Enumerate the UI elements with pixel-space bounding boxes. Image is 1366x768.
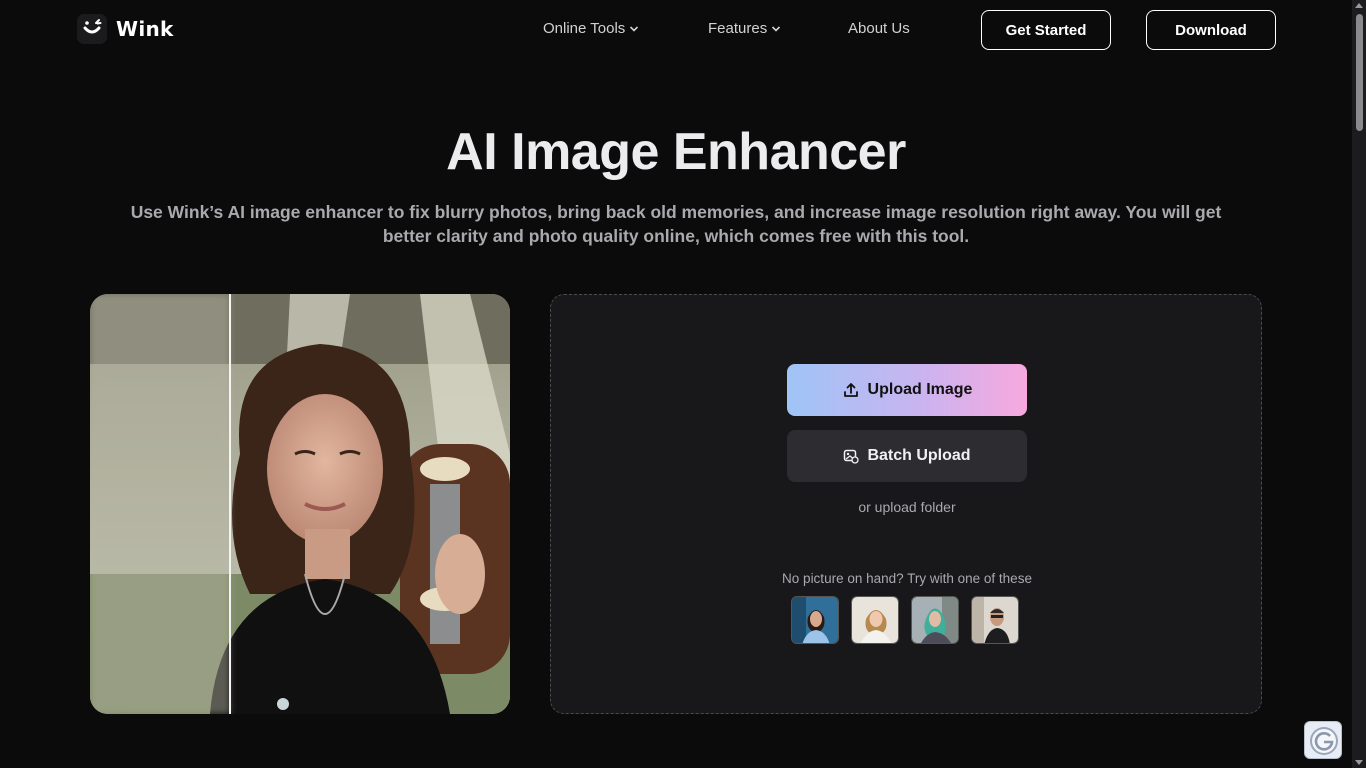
upload-image-label: Upload Image bbox=[867, 381, 973, 398]
portrait-illustration bbox=[90, 294, 510, 714]
upload-image-button[interactable]: Upload Image bbox=[787, 364, 1027, 416]
scroll-thumb[interactable] bbox=[1356, 14, 1363, 131]
nav-about-label: About Us bbox=[848, 20, 910, 37]
nav-about-us[interactable]: About Us bbox=[848, 20, 910, 37]
page-subtitle: Use Wink’s AI image enhancer to fix blur… bbox=[130, 202, 1222, 246]
page-title: AI Image Enhancer bbox=[446, 123, 906, 181]
g-icon[interactable] bbox=[1304, 721, 1342, 759]
page-scrollbar[interactable] bbox=[1352, 0, 1366, 768]
nav-online-tools[interactable]: Online Tools bbox=[543, 20, 639, 37]
sample-images bbox=[791, 596, 1019, 644]
download-button[interactable]: Download bbox=[1146, 10, 1276, 50]
sample-image-2[interactable] bbox=[851, 596, 899, 644]
brand-name: Wink bbox=[116, 17, 174, 41]
chevron-down-icon bbox=[771, 20, 781, 37]
sample-image-3[interactable] bbox=[911, 596, 959, 644]
batch-upload-button[interactable]: Batch Upload bbox=[787, 430, 1027, 482]
brand-logo[interactable]: Wink bbox=[77, 14, 174, 44]
batch-upload-label: Batch Upload bbox=[867, 447, 971, 464]
before-after-comparison[interactable] bbox=[90, 294, 510, 714]
comparison-divider-handle[interactable] bbox=[229, 294, 231, 714]
get-started-button[interactable]: Get Started bbox=[981, 10, 1111, 50]
chevron-down-icon bbox=[629, 20, 639, 37]
sample-image-4[interactable] bbox=[971, 596, 1019, 644]
wink-logo-icon bbox=[77, 14, 107, 44]
sample-images-label: No picture on hand? Try with one of thes… bbox=[782, 571, 1032, 586]
nav-features-label: Features bbox=[708, 20, 768, 37]
upload-dropzone[interactable]: Upload Image Batch Upload or upload fold… bbox=[550, 294, 1262, 714]
upload-icon bbox=[843, 383, 858, 397]
scroll-down-arrow-icon[interactable] bbox=[1355, 760, 1363, 765]
scroll-up-arrow-icon[interactable] bbox=[1355, 3, 1363, 8]
sample-image-1[interactable] bbox=[791, 596, 839, 644]
gallery-icon bbox=[844, 449, 860, 464]
upload-folder-link[interactable]: or upload folder bbox=[787, 499, 1027, 515]
nav-features[interactable]: Features bbox=[708, 20, 781, 37]
site-header: Wink Online Tools Features About Us Get … bbox=[0, 0, 1352, 62]
nav-online-tools-label: Online Tools bbox=[543, 20, 626, 37]
